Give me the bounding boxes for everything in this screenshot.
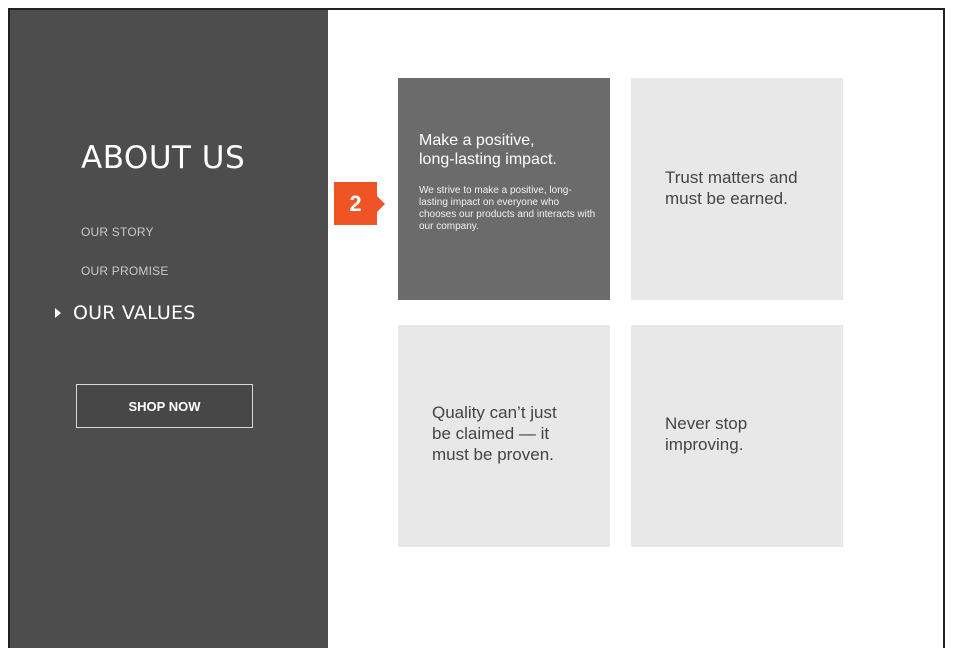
card-heading: Trust matters and must be earned.	[665, 168, 798, 208]
shop-now-button[interactable]: SHOP NOW	[76, 384, 253, 428]
about-sidebar: ABOUT US OUR STORY OUR PROMISE OUR VALUE…	[10, 10, 328, 648]
nav-item-our-values[interactable]: OUR VALUES	[55, 302, 196, 324]
value-card-improving[interactable]: Never stop improving.	[631, 325, 843, 547]
step-pointer-icon	[377, 196, 385, 212]
card-body: We strive to make a positive, long-lasti…	[419, 185, 596, 232]
sidebar-title: ABOUT US	[81, 140, 246, 176]
nav-item-label: OUR VALUES	[73, 302, 196, 324]
step-badge: 2	[334, 182, 377, 225]
nav-item-our-story[interactable]: OUR STORY	[81, 225, 154, 239]
value-card-quality[interactable]: Quality can’t just be claimed — it must …	[398, 325, 610, 547]
page-frame: ABOUT US OUR STORY OUR PROMISE OUR VALUE…	[8, 8, 945, 648]
card-heading: Never stop improving.	[665, 414, 748, 454]
value-card-trust[interactable]: Trust matters and must be earned.	[631, 78, 843, 300]
caret-right-icon	[55, 308, 61, 318]
card-heading: Make a positive, long-lasting impact.	[419, 132, 557, 168]
nav-item-our-promise[interactable]: OUR PROMISE	[81, 264, 169, 278]
card-heading: Quality can’t just be claimed — it must …	[432, 403, 557, 464]
value-card-impact[interactable]: Make a positive, long-lasting impact. We…	[398, 78, 610, 300]
